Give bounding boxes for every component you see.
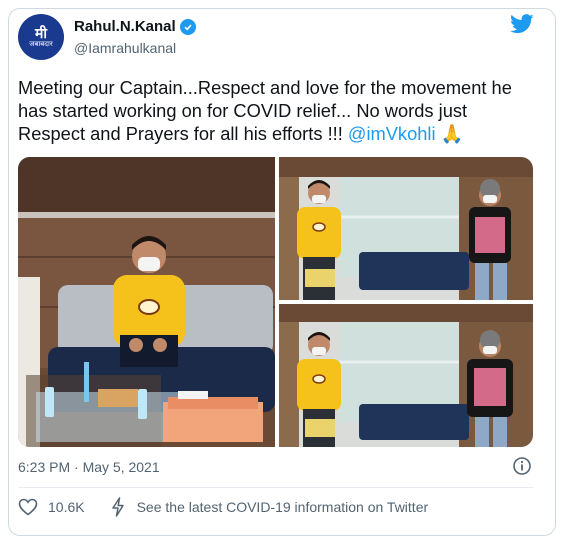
footer-divider: [18, 487, 533, 488]
author-name[interactable]: Rahul.N.Kanal: [74, 18, 176, 35]
covid-info-link[interactable]: See the latest COVID-19 information on T…: [111, 497, 429, 517]
twitter-bird-icon[interactable]: [510, 14, 534, 34]
author-handle[interactable]: @Iamrahulkanal: [74, 40, 176, 56]
prayer-emoji: 🙏: [440, 123, 464, 144]
like-count: 10.6K: [48, 499, 85, 515]
tweet-timestamp[interactable]: 6:23 PM · May 5, 2021: [18, 459, 160, 475]
media-grid[interactable]: [18, 157, 533, 447]
covid-info-text: See the latest COVID-19 information on T…: [136, 499, 429, 515]
heart-icon: [18, 498, 38, 516]
photo-standing-top[interactable]: [279, 157, 533, 300]
tweet-body: Meeting our Captain...Respect and love f…: [18, 77, 512, 144]
lightning-icon: [111, 497, 124, 517]
photo-standing-bottom[interactable]: [279, 304, 533, 447]
info-icon[interactable]: [512, 456, 532, 476]
verified-badge-icon: [179, 18, 196, 35]
avatar[interactable]: मी जबाबदार: [18, 14, 64, 60]
photo-meeting-sofa[interactable]: [18, 157, 275, 447]
author-name-row: Rahul.N.Kanal: [74, 18, 196, 35]
tweet-text: Meeting our Captain...Respect and love f…: [18, 76, 538, 145]
like-button[interactable]: 10.6K: [18, 498, 85, 516]
avatar-sub: जबाबदार: [29, 40, 53, 48]
tweet-actions: 10.6K See the latest COVID-19 informatio…: [18, 497, 428, 517]
avatar-mark: मी: [35, 24, 47, 41]
mention-link[interactable]: @imVkohli: [348, 123, 436, 144]
